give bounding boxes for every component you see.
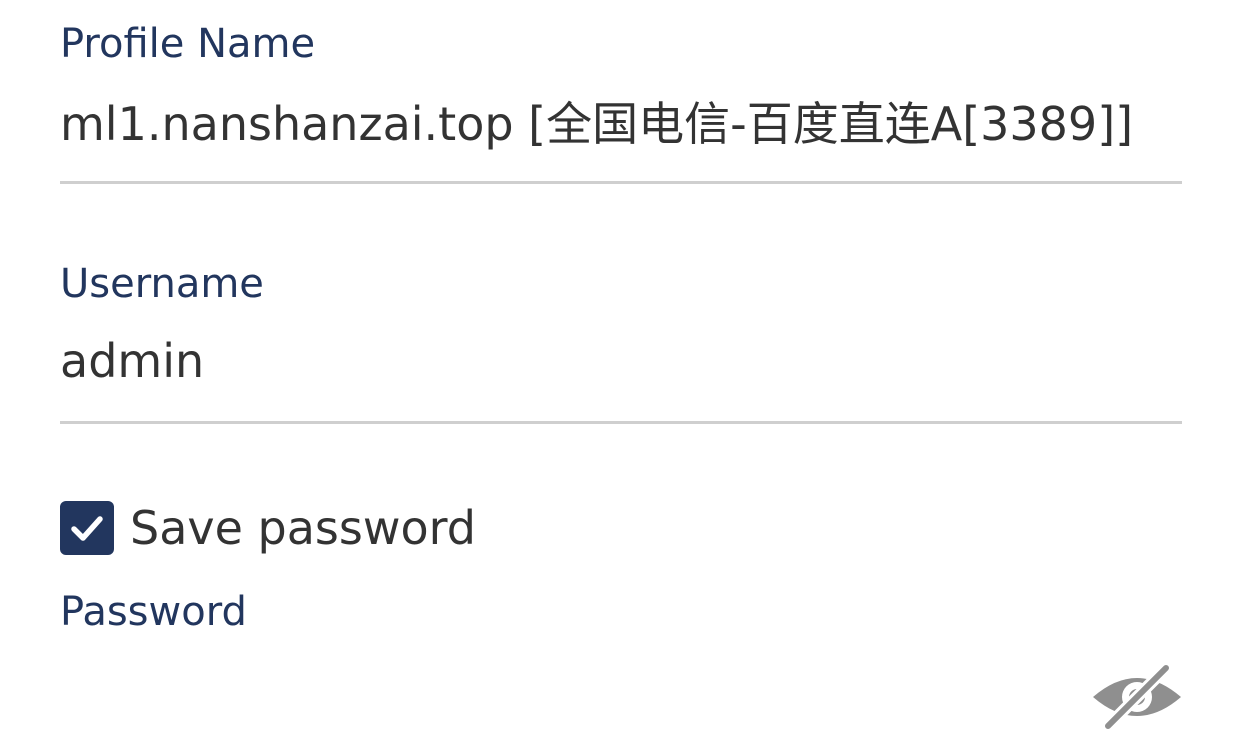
profile-name-input[interactable] [60, 90, 1182, 184]
username-input[interactable] [60, 330, 1182, 424]
save-password-checkbox[interactable] [60, 501, 114, 555]
eye-off-icon [1093, 662, 1181, 732]
password-label: Password [60, 589, 247, 635]
save-password-checkbox-row[interactable]: Save password [60, 500, 476, 556]
profile-name-label: Profile Name [60, 21, 316, 67]
password-input[interactable] [60, 650, 1074, 732]
password-visibility-toggle[interactable] [1090, 662, 1184, 732]
check-icon [71, 516, 103, 541]
username-label: Username [60, 261, 264, 307]
profile-form: Profile Name Username Save password Pass… [0, 0, 1242, 746]
save-password-label: Save password [130, 501, 476, 555]
